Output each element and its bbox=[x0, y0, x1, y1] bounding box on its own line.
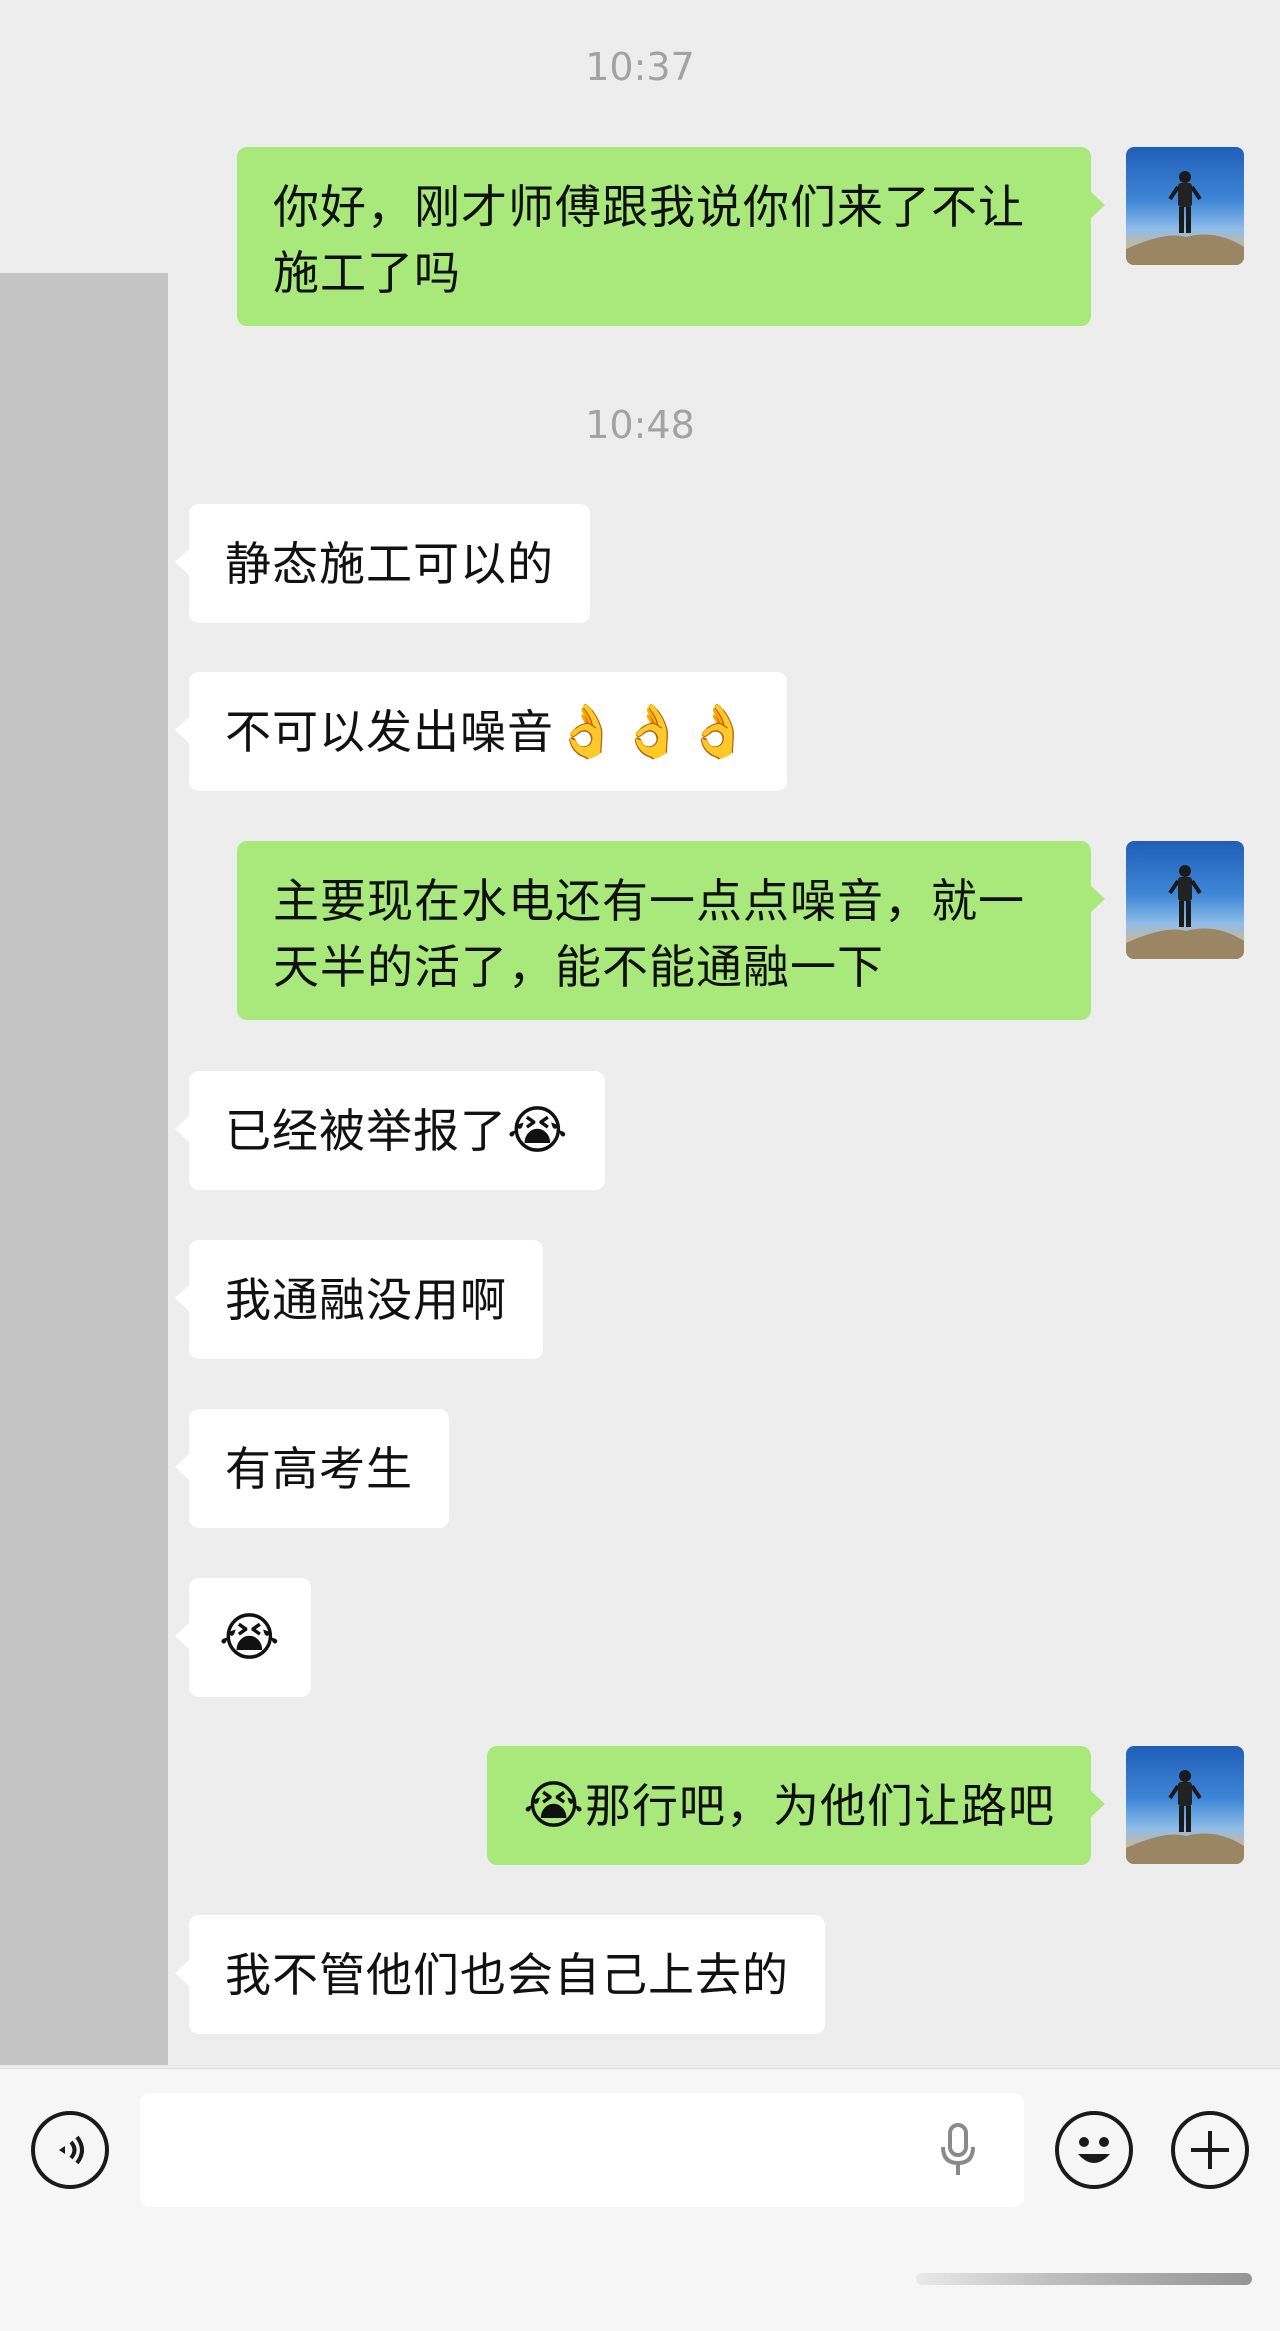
timestamp: 10:48 bbox=[585, 403, 695, 447]
message-bubble-incoming[interactable]: 我不管他们也会自己上去的 bbox=[175, 1915, 825, 2034]
message-text: 我不管他们也会自己上去的 bbox=[225, 1947, 789, 2002]
message-bubble-incoming[interactable]: 已经被举报了 😭 bbox=[175, 1071, 605, 1190]
message-bubble-incoming[interactable]: 😭 bbox=[175, 1578, 311, 1697]
message-text: 你好，刚才师傅跟我说你们来了不让 施工了吗 bbox=[273, 179, 1025, 300]
message-bubble-outgoing[interactable]: 😭 那行吧，为他们让路吧 bbox=[487, 1746, 1105, 1865]
avatar[interactable] bbox=[1126, 1746, 1244, 1864]
avatar[interactable] bbox=[1126, 147, 1244, 265]
message-text: 那行吧，为他们让路吧 bbox=[585, 1778, 1055, 1833]
message-bubble-incoming[interactable]: 不可以发出噪音 👌👌👌 bbox=[174, 672, 788, 791]
message-bubble-incoming[interactable]: 有高考生 bbox=[175, 1409, 449, 1528]
message-bubble-incoming[interactable]: 静态施工可以的 bbox=[175, 504, 590, 623]
message-bubble-outgoing[interactable]: 主要现在水电还有一点点噪音，就一 天半的活了，能不能通融一下 bbox=[237, 841, 1105, 1020]
home-indicator bbox=[916, 2273, 1252, 2285]
message-text: 不可以发出噪音 bbox=[225, 704, 554, 759]
person-on-rock-icon bbox=[1126, 1770, 1244, 1864]
avatar[interactable] bbox=[1126, 841, 1244, 959]
timestamp: 10:37 bbox=[585, 45, 695, 89]
side-overlay bbox=[0, 273, 168, 2065]
person-on-rock-icon bbox=[1126, 171, 1244, 265]
message-text: 有高考生 bbox=[225, 1441, 413, 1496]
microphone-icon[interactable] bbox=[938, 2123, 978, 2179]
message-input[interactable] bbox=[140, 2093, 1024, 2207]
message-text: 已经被举报了 bbox=[225, 1103, 507, 1158]
smiley-icon[interactable] bbox=[1055, 2111, 1133, 2189]
ok-hand-emoji: 👌👌👌 bbox=[554, 701, 752, 762]
message-text: 静态施工可以的 bbox=[225, 536, 554, 591]
person-on-rock-icon bbox=[1126, 865, 1244, 959]
crying-face-emoji: 😭 bbox=[507, 1100, 569, 1161]
plus-icon[interactable] bbox=[1171, 2111, 1249, 2189]
message-bubble-incoming[interactable]: 我通融没用啊 bbox=[175, 1240, 543, 1359]
message-text: 我通融没用啊 bbox=[225, 1272, 507, 1327]
crying-face-emoji: 😭 bbox=[219, 1607, 281, 1668]
crying-face-emoji: 😭 bbox=[523, 1775, 585, 1836]
voice-wave-icon[interactable] bbox=[31, 2111, 109, 2189]
message-bubble-outgoing[interactable]: 你好，刚才师傅跟我说你们来了不让 施工了吗 bbox=[237, 147, 1105, 326]
message-text: 主要现在水电还有一点点噪音，就一 天半的活了，能不能通融一下 bbox=[273, 873, 1025, 994]
